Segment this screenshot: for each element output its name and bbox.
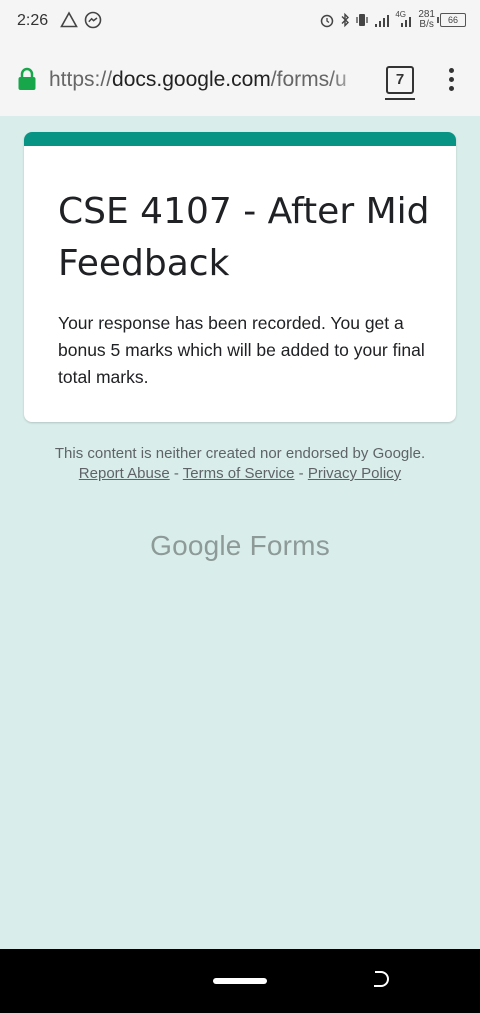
terms-of-service-link[interactable]: Terms of Service (183, 465, 295, 482)
notification-icons (60, 11, 102, 29)
privacy-policy-link[interactable]: Privacy Policy (308, 465, 401, 482)
menu-dot (448, 86, 454, 91)
signal-icon (375, 15, 390, 27)
overflow-menu-button[interactable] (447, 68, 455, 94)
form-confirmation-card: CSE 4107 - After Mid Feedback Your respo… (24, 132, 456, 422)
url-fade (330, 62, 370, 98)
status-time: 2:26 (17, 12, 49, 29)
response-message: Your response has been recorded. You get… (58, 313, 425, 387)
signal-icon-2 (401, 17, 412, 27)
disclaimer-text: This content is neither created nor endo… (54, 445, 426, 462)
vibrate-icon (356, 14, 368, 26)
lock-icon[interactable] (17, 67, 37, 91)
forms-wordmark: Forms (249, 530, 330, 561)
back-icon[interactable] (369, 969, 391, 991)
report-abuse-link[interactable]: Report Abuse (79, 465, 170, 482)
url-scheme: https:// (49, 68, 113, 91)
menu-dot (448, 77, 454, 82)
url-domain: docs.google.com (112, 68, 271, 91)
status-bar: 2:26 4G 281 B/s 66 (0, 0, 480, 42)
footer-separator: - (173, 465, 179, 482)
google-wordmark: Google (150, 530, 242, 561)
browser-url-bar: https://docs.google.com/forms/u 7 (0, 42, 480, 116)
network-speed: 281 B/s (418, 10, 435, 30)
lte-signal: 4G (395, 10, 413, 28)
menu-dot (448, 68, 454, 73)
bluetooth-icon (341, 12, 350, 28)
google-forms-logo[interactable]: Google Forms (0, 530, 480, 562)
battery-icon: 66 (437, 13, 466, 27)
warning-icon (60, 11, 78, 28)
tab-switcher-button[interactable]: 7 (385, 66, 415, 100)
system-navigation-bar (0, 949, 480, 1013)
footer-separator: - (298, 465, 304, 482)
footer-disclaimer: This content is neither created nor endo… (40, 444, 440, 484)
card-accent-bar (24, 132, 456, 146)
messenger-icon (84, 11, 102, 29)
network-speed-unit: B/s (419, 19, 434, 30)
home-button[interactable] (213, 978, 267, 984)
system-icons: 4G 281 B/s 66 (319, 10, 466, 30)
url-field[interactable]: https://docs.google.com/forms/u (49, 68, 369, 92)
form-title: CSE 4107 - After Mid Feedback (58, 191, 430, 284)
alarm-icon (321, 14, 334, 28)
